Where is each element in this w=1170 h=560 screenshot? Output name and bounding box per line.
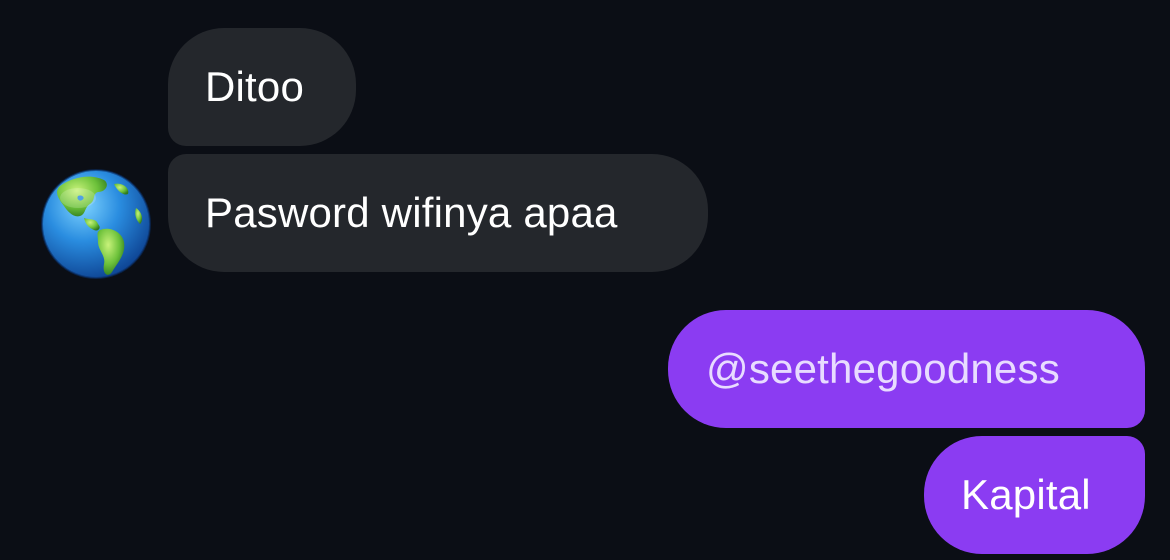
message-text: Kapital — [961, 471, 1091, 518]
sender-avatar[interactable] — [40, 168, 152, 280]
incoming-message-bubble[interactable]: Ditoo — [168, 28, 356, 146]
incoming-message-bubble[interactable]: Pasword wifinya apaa — [168, 154, 708, 272]
mention-link[interactable]: @seethegoodness — [706, 345, 1060, 393]
globe-americas-icon — [41, 169, 151, 279]
outgoing-message-bubble[interactable]: @seethegoodness — [668, 310, 1145, 428]
chat-thread: Ditoo Pasword wifinya apaa @seethegoodne… — [0, 0, 1170, 560]
outgoing-message-bubble[interactable]: Kapital — [924, 436, 1145, 554]
message-text: Pasword wifinya apaa — [205, 189, 618, 236]
message-text: Ditoo — [205, 63, 305, 110]
